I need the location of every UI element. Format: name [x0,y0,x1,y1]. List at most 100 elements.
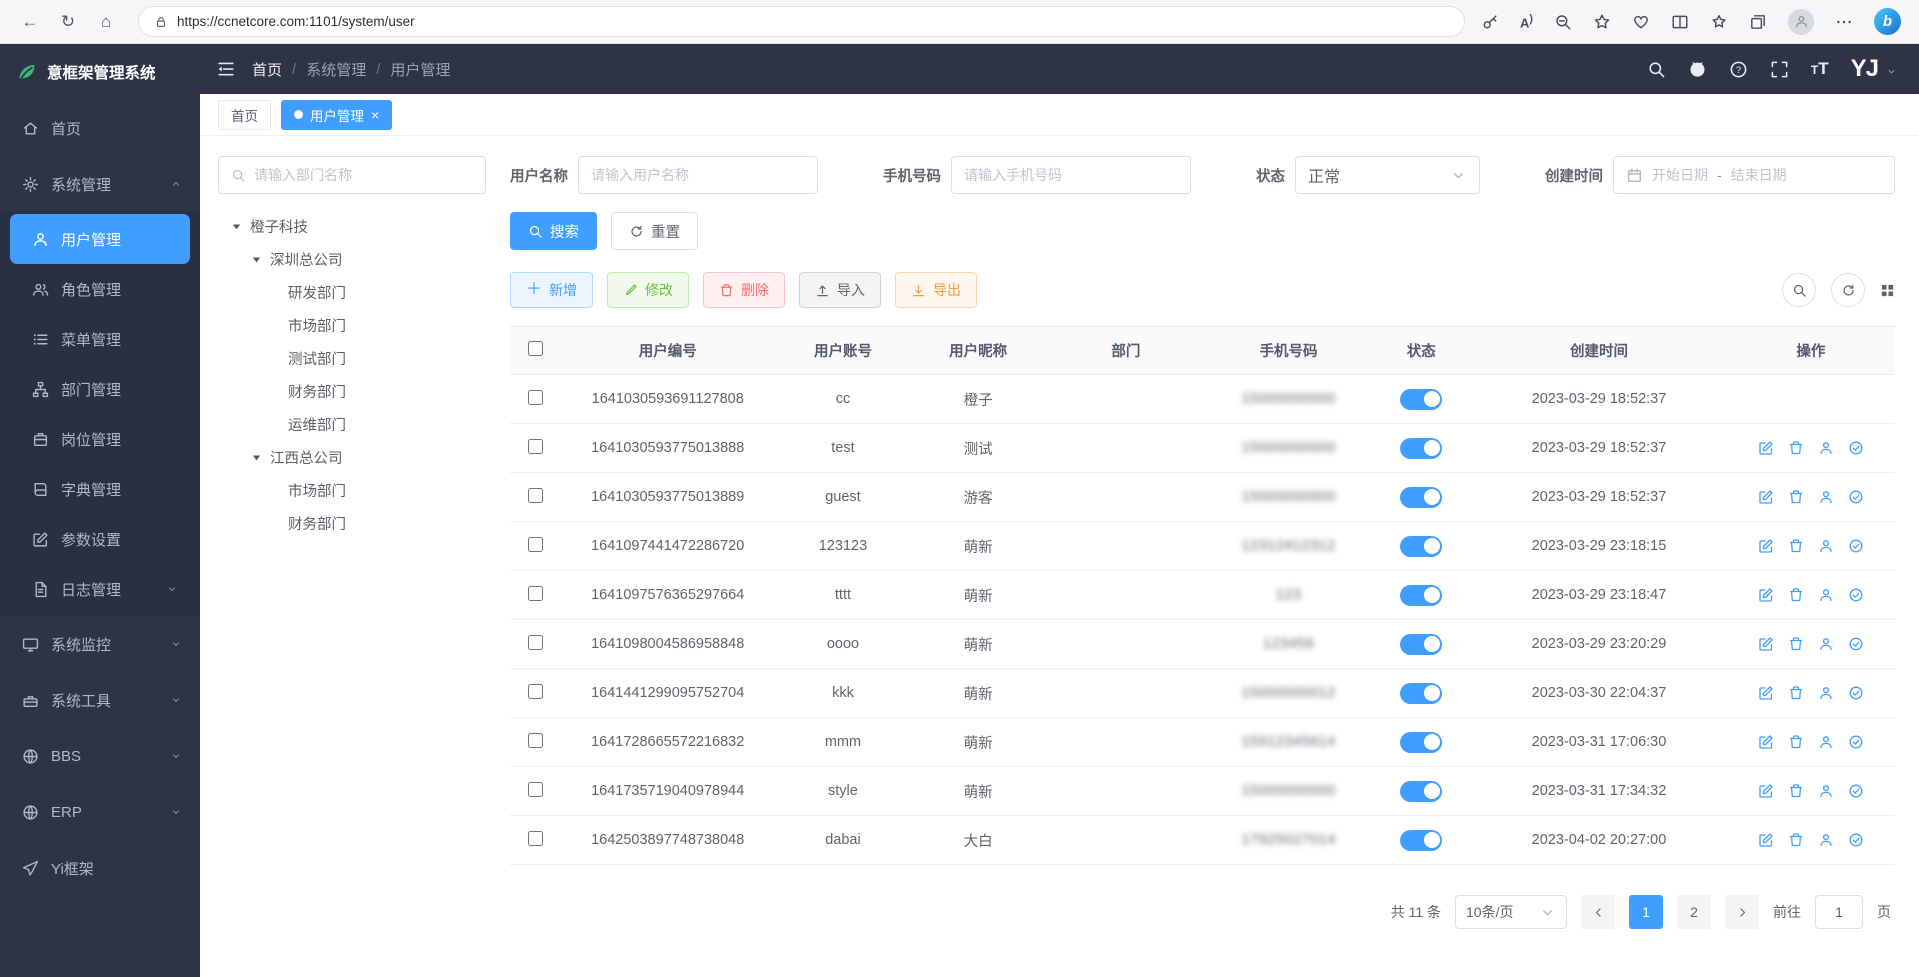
tree-node[interactable]: 江西总公司 [218,441,486,474]
row-edit-icon[interactable] [1758,538,1774,554]
row-auth-icon[interactable] [1848,685,1864,701]
row-resetpwd-icon[interactable] [1818,734,1834,750]
row-checkbox[interactable] [528,488,543,503]
page-button-2[interactable]: 2 [1677,895,1711,929]
tree-node[interactable]: 财务部门 [218,507,486,540]
row-resetpwd-icon[interactable] [1818,587,1834,603]
tree-node[interactable]: 深圳总公司 [218,243,486,276]
user-name-input[interactable] [591,167,805,183]
row-checkbox[interactable] [528,390,543,405]
status-toggle[interactable] [1400,781,1442,802]
sidebar-item-param-settings[interactable]: 参数设置 [10,514,190,564]
breadcrumb-home[interactable]: 首页 [252,59,282,80]
row-resetpwd-icon[interactable] [1818,685,1834,701]
tree-node[interactable]: 市场部门 [218,474,486,507]
department-search-input[interactable] [254,167,473,183]
row-edit-icon[interactable] [1758,587,1774,603]
status-toggle[interactable] [1400,634,1442,655]
fullscreen-icon[interactable] [1770,60,1789,79]
row-auth-icon[interactable] [1848,489,1864,505]
sidebar-item-user-mgmt[interactable]: 用户管理 [10,214,190,264]
row-auth-icon[interactable] [1848,832,1864,848]
profile-avatar[interactable] [1788,9,1814,35]
row-delete-icon[interactable] [1788,587,1804,603]
more-menu-icon[interactable] [1835,13,1853,31]
row-checkbox[interactable] [528,831,543,846]
add-button[interactable]: ＋ 新增 [510,272,593,308]
date-range-picker[interactable]: 开始日期 - 结束日期 [1613,156,1895,194]
reset-button[interactable]: 重置 [611,212,698,250]
row-checkbox[interactable] [528,586,543,601]
row-resetpwd-icon[interactable] [1818,636,1834,652]
status-toggle[interactable] [1400,536,1442,557]
sidebar-item-role-mgmt[interactable]: 角色管理 [10,264,190,314]
sidebar-item-post-mgmt[interactable]: 岗位管理 [10,414,190,464]
phone-input[interactable] [964,167,1178,183]
import-button[interactable]: 导入 [799,272,881,308]
key-icon[interactable] [1481,13,1499,31]
column-settings-button[interactable] [1880,283,1895,298]
row-auth-icon[interactable] [1848,734,1864,750]
browser-essentials-icon[interactable] [1632,13,1650,31]
help-icon[interactable]: ? [1729,60,1748,79]
row-auth-icon[interactable] [1848,783,1864,799]
tree-node[interactable]: 市场部门 [218,309,486,342]
row-edit-icon[interactable] [1758,489,1774,505]
sidebar-item-tools[interactable]: 系统工具 [0,672,200,728]
caret-down-icon[interactable] [250,253,263,266]
row-checkbox[interactable] [528,537,543,552]
sidebar-item-yi-framework[interactable]: Yi框架 [0,840,200,896]
row-resetpwd-icon[interactable] [1818,538,1834,554]
row-delete-icon[interactable] [1788,783,1804,799]
status-toggle[interactable] [1400,830,1442,851]
sidebar-item-home[interactable]: 首页 [0,100,200,156]
address-bar[interactable]: https://ccnetcore.com:1101/system/user [138,6,1465,37]
export-button[interactable]: 导出 [895,272,977,308]
row-edit-icon[interactable] [1758,783,1774,799]
row-resetpwd-icon[interactable] [1818,489,1834,505]
row-checkbox[interactable] [528,635,543,650]
reload-icon[interactable]: ↻ [52,6,84,38]
status-toggle[interactable] [1400,732,1442,753]
back-icon[interactable]: ← [14,6,46,38]
row-checkbox[interactable] [528,782,543,797]
sidebar-item-dept-mgmt[interactable]: 部门管理 [10,364,190,414]
tree-node[interactable]: 橙子科技 [218,210,486,243]
split-screen-icon[interactable] [1671,13,1689,31]
sidebar-item-dict-mgmt[interactable]: 字典管理 [10,464,190,514]
row-resetpwd-icon[interactable] [1818,440,1834,456]
row-delete-icon[interactable] [1788,440,1804,456]
sidebar-item-bbs[interactable]: BBS [0,728,200,784]
browser-home-icon[interactable]: ⌂ [90,6,122,38]
edit-button[interactable]: 修改 [607,272,689,308]
tree-node[interactable]: 研发部门 [218,276,486,309]
row-delete-icon[interactable] [1788,636,1804,652]
sidebar-item-erp[interactable]: ERP [0,784,200,840]
font-size-icon[interactable]: TT [1811,59,1829,79]
goto-page-input[interactable] [1815,895,1863,929]
tree-node[interactable]: 测试部门 [218,342,486,375]
status-toggle[interactable] [1400,389,1442,410]
favorite-add-icon[interactable] [1593,13,1611,31]
row-delete-icon[interactable] [1788,489,1804,505]
user-logo[interactable]: YJ [1851,55,1878,83]
row-auth-icon[interactable] [1848,636,1864,652]
sidebar-item-log-mgmt[interactable]: 日志管理 [10,564,190,614]
sidebar-item-system[interactable]: 系统管理 [0,156,200,212]
tab-user-mgmt[interactable]: 用户管理 × [281,100,392,130]
row-edit-icon[interactable] [1758,734,1774,750]
search-button[interactable]: 搜索 [510,212,597,250]
close-tab-icon[interactable]: × [371,108,379,122]
department-search[interactable] [218,156,486,194]
tree-node[interactable]: 运维部门 [218,408,486,441]
row-edit-icon[interactable] [1758,440,1774,456]
row-edit-icon[interactable] [1758,685,1774,701]
toggle-search-button[interactable] [1782,273,1816,307]
row-edit-icon[interactable] [1758,636,1774,652]
read-aloud-icon[interactable]: A) [1520,13,1533,30]
row-resetpwd-icon[interactable] [1818,832,1834,848]
sidebar-item-menu-mgmt[interactable]: 菜单管理 [10,314,190,364]
collections-icon[interactable] [1749,13,1767,31]
row-auth-icon[interactable] [1848,440,1864,456]
caret-down-icon[interactable] [230,220,243,233]
